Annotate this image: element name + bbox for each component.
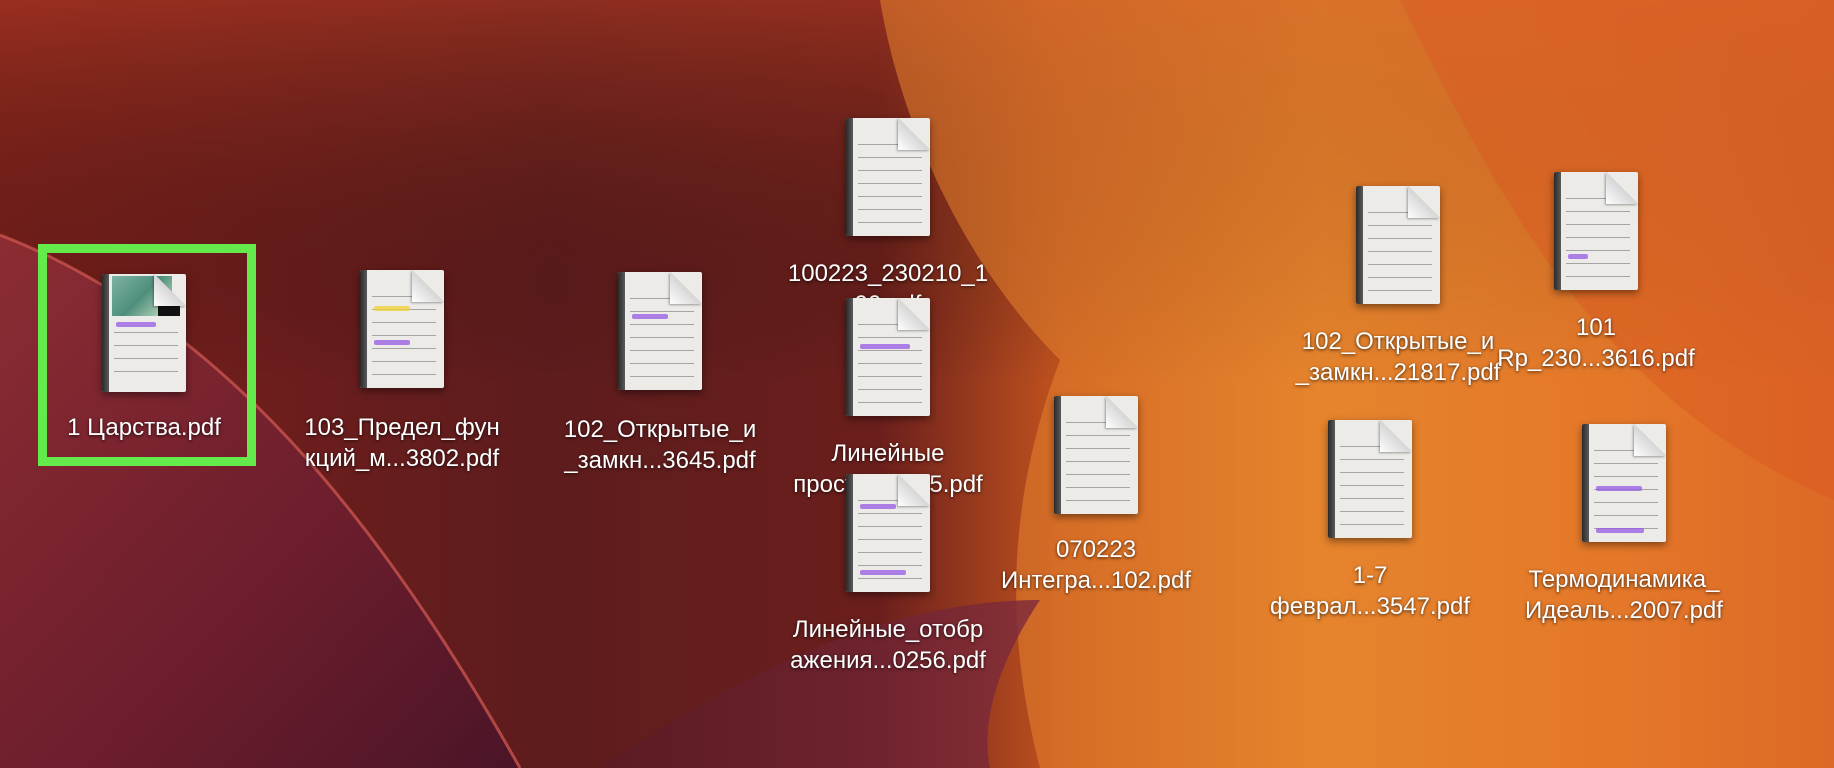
- file-name-line1: Линейные: [831, 440, 945, 467]
- file-icon-070223[interactable]: 070223 Интегра...102.pdf: [976, 396, 1216, 596]
- file-icon-1-tsarstva[interactable]: 1 Царства.pdf: [24, 272, 264, 450]
- file-icon-102-otkrytye[interactable]: 102_Открытые_и _замкн...3645.pdf: [540, 272, 780, 474]
- file-icon-100223[interactable]: 100223_230210_1 90...df: [768, 118, 1008, 318]
- file-name-line2: кций_м...3802.pdf: [304, 445, 500, 472]
- pdf-thumbnail-icon: [1054, 396, 1138, 514]
- pdf-thumbnail-icon: [1582, 424, 1666, 542]
- file-icon-termodinamika[interactable]: Термодинамика_ Идеаль...2007.pdf: [1504, 424, 1744, 624]
- file-icon-lineinye-prostranstva[interactable]: Линейные простра...745.pdf: [768, 298, 1008, 498]
- pdf-thumbnail-icon: [846, 118, 930, 236]
- file-name-label: 1 Царства.pdf: [67, 414, 221, 441]
- file-icon-103-predel[interactable]: 103_Предел_фун кций_м...3802.pdf: [282, 270, 522, 472]
- file-name-line2: Идеаль...2007.pdf: [1525, 597, 1723, 624]
- file-icon-101[interactable]: 101 Rp_230...3616.pdf: [1476, 172, 1716, 372]
- pdf-thumbnail-icon: [618, 272, 702, 390]
- pdf-thumbnail-icon: [102, 274, 186, 392]
- file-name-line1: 103_Предел_фун: [304, 414, 500, 441]
- pdf-thumbnail-icon: [846, 474, 930, 592]
- file-name-line1: 1-7: [1352, 562, 1388, 589]
- pdf-thumbnail-icon: [360, 270, 444, 388]
- file-name-line1: Линейные_отобр: [792, 616, 984, 643]
- file-icon-lineinye-otobrazheniya[interactable]: Линейные_отобр ажения...0256.pdf: [768, 474, 1008, 674]
- file-name-line2: Rp_230...3616.pdf: [1497, 345, 1695, 372]
- file-name-line2: _замкн...3645.pdf: [564, 447, 756, 474]
- file-name-line1: 070223: [1055, 536, 1137, 563]
- file-name-line2: ажения...0256.pdf: [790, 647, 986, 674]
- file-name-line2: феврал...3547.pdf: [1270, 593, 1470, 620]
- file-name-line1: Термодинамика_: [1528, 566, 1720, 593]
- file-name-line1: 102_Открытые_и: [563, 416, 757, 443]
- file-name-line2: Интегра...102.pdf: [1000, 567, 1192, 594]
- pdf-thumbnail-icon: [1554, 172, 1638, 290]
- file-icon-1-7[interactable]: 1-7 феврал...3547.pdf: [1250, 420, 1490, 620]
- pdf-thumbnail-icon: [1356, 186, 1440, 304]
- file-name-line1: 101: [1575, 314, 1617, 341]
- pdf-thumbnail-icon: [846, 298, 930, 416]
- pdf-thumbnail-icon: [1328, 420, 1412, 538]
- file-name-line1: 100223_230210_1: [787, 260, 989, 287]
